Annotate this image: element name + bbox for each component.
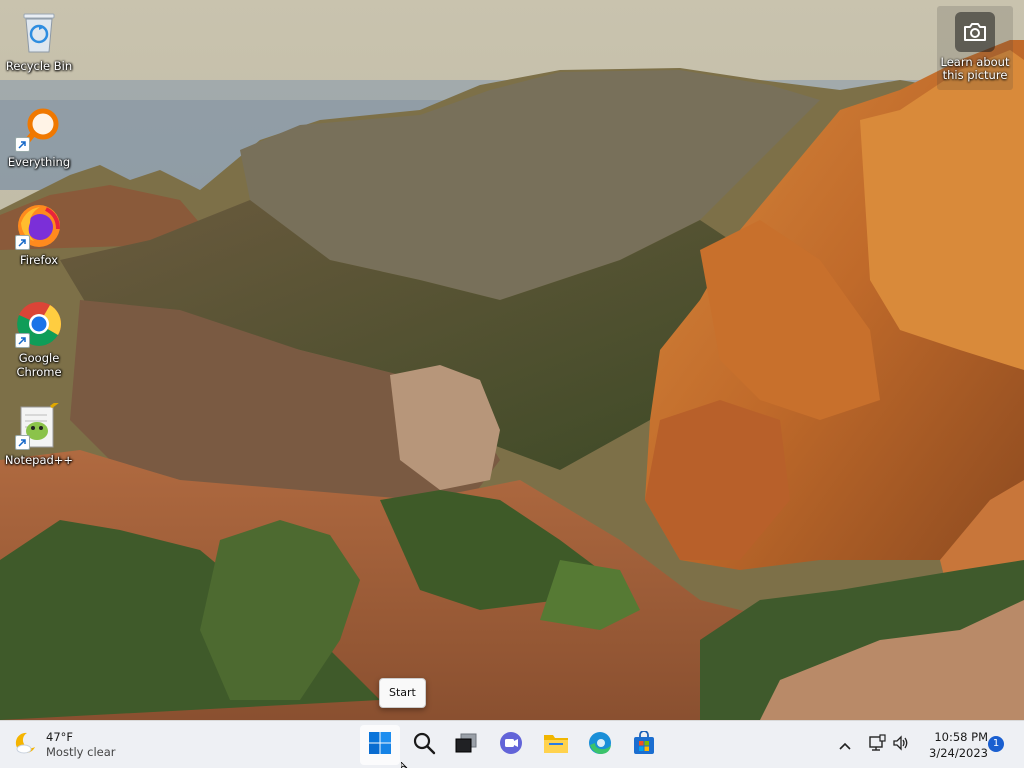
start-button[interactable] — [360, 725, 400, 765]
show-hidden-icons-button[interactable] — [834, 733, 856, 757]
desktop-icon-label: Google Chrome — [16, 351, 62, 379]
wallpaper-image — [0, 0, 1024, 720]
file-explorer-button[interactable] — [536, 725, 576, 765]
desktop-icon-notepad-plus-plus[interactable]: Notepad++ — [2, 402, 76, 467]
weather-moon-icon — [12, 730, 38, 760]
desktop-icon-label: Everything — [7, 155, 71, 169]
file-explorer-icon — [543, 731, 569, 759]
shortcut-arrow-icon — [15, 435, 30, 450]
shortcut-arrow-icon — [15, 137, 30, 152]
taskbar[interactable]: 47°F Mostly clear 10:58 PM 3/24/2023 — [0, 720, 1024, 768]
weather-temperature: 47°F — [46, 730, 73, 744]
store-button[interactable] — [624, 725, 664, 765]
notepad-plus-plus-icon — [15, 402, 63, 450]
desktop-icon-label: Notepad++ — [4, 453, 74, 467]
camera-icon — [955, 12, 995, 52]
clock[interactable]: 10:58 PM 3/24/2023 — [920, 729, 988, 761]
notification-badge[interactable]: 1 — [988, 736, 1004, 752]
learn-about-this-picture[interactable]: Learn about this picture — [937, 6, 1013, 90]
volume-button[interactable] — [890, 733, 912, 757]
chrome-icon — [15, 300, 63, 348]
network-button[interactable] — [866, 733, 888, 757]
mouse-cursor-icon — [401, 762, 408, 768]
chat-button[interactable] — [491, 725, 531, 765]
search-button[interactable] — [404, 725, 444, 765]
network-icon — [868, 734, 886, 756]
clock-date: 3/24/2023 — [929, 746, 988, 760]
desktop-icon-label: Firefox — [19, 253, 59, 267]
chevron-up-icon — [838, 736, 852, 755]
recycle-bin-icon — [15, 8, 63, 56]
desktop-icon-google-chrome[interactable]: Google Chrome — [2, 300, 76, 379]
weather-description: Mostly clear — [46, 745, 116, 759]
task-view-button[interactable] — [446, 725, 486, 765]
desktop-icon-firefox[interactable]: Firefox — [2, 202, 76, 267]
learn-about-label: Learn about this picture — [940, 55, 1010, 82]
clock-time: 10:58 PM — [934, 730, 988, 744]
shortcut-arrow-icon — [15, 333, 30, 348]
desktop-icon-recycle-bin[interactable]: Recycle Bin — [2, 8, 76, 73]
desktop-icon-label: Recycle Bin — [5, 59, 73, 73]
shortcut-arrow-icon — [15, 235, 30, 250]
store-icon — [632, 730, 656, 759]
start-tooltip: Start — [379, 678, 426, 708]
weather-widget[interactable]: 47°F Mostly clear — [12, 727, 115, 763]
volume-icon — [892, 734, 910, 756]
everything-search-icon — [15, 104, 63, 152]
teams-chat-icon — [498, 730, 524, 760]
windows-start-icon — [368, 731, 392, 759]
search-icon — [412, 731, 436, 759]
desktop-icon-everything[interactable]: Everything — [2, 104, 76, 169]
edge-button[interactable] — [580, 725, 620, 765]
firefox-icon — [15, 202, 63, 250]
edge-icon — [587, 730, 613, 760]
task-view-icon — [454, 731, 478, 759]
desktop[interactable]: Recycle Bin Everything Firefox Google Ch… — [0, 0, 1024, 720]
